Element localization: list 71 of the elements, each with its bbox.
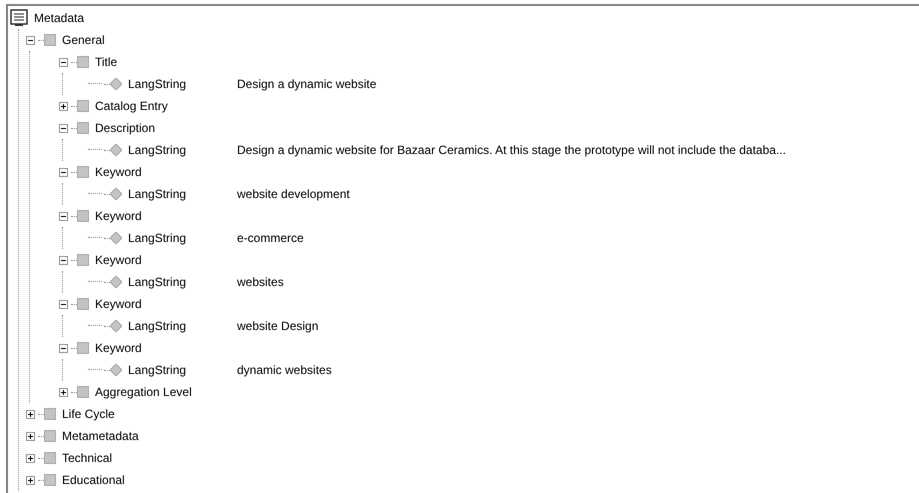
collapse-button[interactable]	[58, 212, 68, 220]
diamond-icon	[110, 276, 122, 288]
value-text: dynamic websites	[237, 362, 332, 379]
list-icon	[10, 9, 28, 27]
diamond-icon	[110, 232, 122, 244]
plus-icon	[26, 410, 34, 418]
square-icon	[77, 122, 89, 134]
diamond-icon	[110, 78, 122, 90]
node-label[interactable]: Catalog Entry	[95, 97, 168, 115]
collapse-button[interactable]	[58, 256, 68, 264]
node-label[interactable]: LangString	[128, 273, 186, 291]
square-icon	[77, 56, 89, 68]
square-icon	[44, 452, 56, 464]
node-label[interactable]: Keyword	[95, 251, 142, 269]
node-label[interactable]: General	[62, 31, 105, 49]
value-text: Design a dynamic website for Bazaar Ceramics. At this stage the prototype will not include the databa...	[237, 142, 786, 159]
node-label[interactable]: Metametadata	[62, 427, 139, 445]
plus-icon	[26, 432, 34, 440]
expand-button[interactable]	[26, 476, 34, 484]
expand-button[interactable]	[26, 432, 34, 440]
plus-icon	[60, 388, 66, 396]
square-icon	[77, 254, 89, 266]
node-label[interactable]: Aggregation Level	[95, 383, 192, 401]
node-label[interactable]: LangString	[128, 229, 186, 247]
node-label[interactable]: Title	[95, 53, 118, 71]
value-text: websites	[237, 274, 284, 291]
square-icon	[44, 430, 56, 442]
node-label[interactable]: Metadata	[34, 9, 84, 27]
square-icon	[77, 342, 89, 354]
plus-icon	[60, 102, 66, 110]
node-label[interactable]: Keyword	[95, 339, 142, 357]
collapse-button[interactable]	[58, 124, 68, 132]
square-icon	[77, 100, 89, 112]
collapse-button[interactable]	[58, 168, 68, 176]
square-icon	[44, 408, 56, 420]
diamond-icon	[110, 320, 122, 332]
square-icon	[44, 34, 56, 46]
diamond-icon	[110, 364, 122, 376]
node-label[interactable]: Keyword	[95, 207, 142, 225]
expand-button[interactable]	[58, 102, 68, 110]
value-text: website development	[237, 186, 350, 203]
plus-icon	[26, 476, 34, 484]
value-text: Design a dynamic website	[237, 76, 376, 93]
diamond-icon	[110, 144, 122, 156]
square-icon	[77, 298, 89, 310]
node-label[interactable]: Educational	[62, 471, 125, 489]
collapse-button[interactable]	[26, 36, 34, 44]
collapse-button[interactable]	[58, 344, 68, 352]
node-label[interactable]: Technical	[62, 449, 112, 467]
square-icon	[44, 474, 56, 486]
plus-icon	[26, 454, 34, 462]
square-icon	[77, 210, 89, 222]
node-label[interactable]: LangString	[128, 141, 186, 159]
node-label[interactable]: LangString	[128, 75, 186, 93]
square-icon	[77, 386, 89, 398]
expand-button[interactable]	[26, 454, 34, 462]
node-label[interactable]: LangString	[128, 361, 186, 379]
node-label[interactable]: Keyword	[95, 163, 142, 181]
node-label[interactable]: Life Cycle	[62, 405, 115, 423]
node-label[interactable]: Keyword	[95, 295, 142, 313]
value-text: e-commerce	[237, 230, 304, 247]
collapse-button[interactable]	[58, 300, 68, 308]
expand-button[interactable]	[58, 388, 68, 396]
node-label[interactable]: LangString	[128, 317, 186, 335]
node-label[interactable]: Description	[95, 119, 156, 137]
value-text: website Design	[237, 318, 318, 335]
square-icon	[77, 166, 89, 178]
collapse-button[interactable]	[58, 58, 68, 66]
node-label[interactable]: LangString	[128, 185, 186, 203]
expand-button[interactable]	[26, 410, 34, 418]
diamond-icon	[110, 188, 122, 200]
